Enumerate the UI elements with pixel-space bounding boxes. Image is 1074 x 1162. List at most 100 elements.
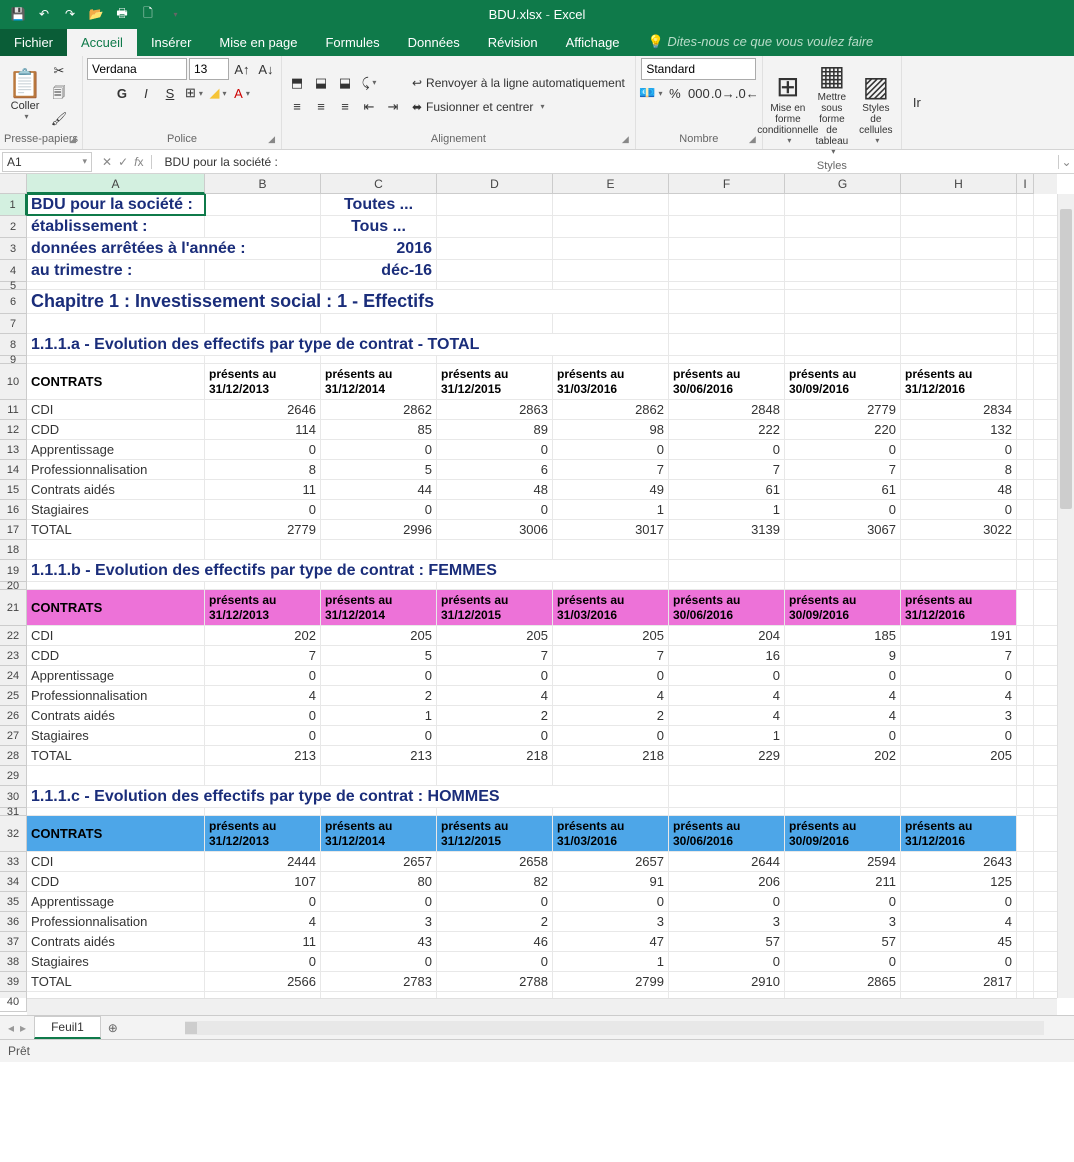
cell-E25[interactable]: 4 — [553, 686, 669, 705]
cell-I13[interactable] — [1017, 440, 1034, 459]
cell-G39[interactable]: 2865 — [785, 972, 901, 991]
cell-D5[interactable] — [437, 282, 553, 289]
cell-B13[interactable]: 0 — [205, 440, 321, 459]
row-header-31[interactable]: 31 — [0, 808, 27, 816]
cell-G9[interactable] — [785, 356, 901, 363]
cell-E22[interactable]: 205 — [553, 626, 669, 645]
cell-F18[interactable] — [669, 540, 785, 559]
col-header-H[interactable]: H — [901, 174, 1017, 194]
cell-E21[interactable]: présents au 31/03/2016 — [553, 590, 669, 625]
cell-I12[interactable] — [1017, 420, 1034, 439]
cell-E3[interactable] — [553, 238, 669, 259]
qat-customize-icon[interactable] — [162, 3, 186, 25]
cell-D21[interactable]: présents au 31/12/2015 — [437, 590, 553, 625]
row-header-36[interactable]: 36 — [0, 912, 27, 932]
cell-F14[interactable]: 7 — [669, 460, 785, 479]
cell-C18[interactable] — [321, 540, 437, 559]
col-header-G[interactable]: G — [785, 174, 901, 194]
cell-E24[interactable]: 0 — [553, 666, 669, 685]
cell-C31[interactable] — [321, 808, 437, 815]
cell-D17[interactable]: 3006 — [437, 520, 553, 539]
cell-G24[interactable]: 0 — [785, 666, 901, 685]
cell-F16[interactable]: 1 — [669, 500, 785, 519]
cell-H10[interactable]: présents au 31/12/2016 — [901, 364, 1017, 399]
row-header-34[interactable]: 34 — [0, 872, 27, 892]
cell-B12[interactable]: 114 — [205, 420, 321, 439]
wrap-text-button[interactable]: ↩Renvoyer à la ligne automatiquement — [406, 72, 631, 94]
row-header-13[interactable]: 13 — [0, 440, 27, 460]
row-header-27[interactable]: 27 — [0, 726, 27, 746]
cell-A39[interactable]: TOTAL — [27, 972, 205, 991]
cell-C16[interactable]: 0 — [321, 500, 437, 519]
cell-C23[interactable]: 5 — [321, 646, 437, 665]
cell-F36[interactable]: 3 — [669, 912, 785, 931]
cell-B38[interactable]: 0 — [205, 952, 321, 971]
cell-E28[interactable]: 218 — [553, 746, 669, 765]
cell-E36[interactable]: 3 — [553, 912, 669, 931]
cell-H31[interactable] — [901, 808, 1017, 815]
cell-C39[interactable]: 2783 — [321, 972, 437, 991]
cell-A24[interactable]: Apprentissage — [27, 666, 205, 685]
cell-I35[interactable] — [1017, 892, 1034, 911]
cell-I28[interactable] — [1017, 746, 1034, 765]
cell-A22[interactable]: CDI — [27, 626, 205, 645]
cell-B36[interactable]: 4 — [205, 912, 321, 931]
cell-A33[interactable]: CDI — [27, 852, 205, 871]
name-box[interactable]: A1▾ — [2, 152, 92, 172]
tell-me-search[interactable]: Dites-nous ce que vous voulez faire — [634, 28, 888, 56]
cell-A19[interactable]: 1.1.1.b - Evolution des effectifs par ty… — [27, 560, 669, 581]
cell-I1[interactable] — [1017, 194, 1034, 215]
cell-D15[interactable]: 48 — [437, 480, 553, 499]
cell-G16[interactable]: 0 — [785, 500, 901, 519]
cell-G17[interactable]: 3067 — [785, 520, 901, 539]
col-header-I[interactable]: I — [1017, 174, 1034, 194]
cell-F21[interactable]: présents au 30/06/2016 — [669, 590, 785, 625]
cell-C22[interactable]: 205 — [321, 626, 437, 645]
cell-E39[interactable]: 2799 — [553, 972, 669, 991]
row-header-20[interactable]: 20 — [0, 582, 27, 590]
cell-D10[interactable]: présents au 31/12/2015 — [437, 364, 553, 399]
underline-button[interactable]: S — [159, 82, 181, 104]
cell-C7[interactable] — [321, 314, 437, 333]
cell-I7[interactable] — [1017, 314, 1034, 333]
cell-D31[interactable] — [437, 808, 553, 815]
cell-H9[interactable] — [901, 356, 1017, 363]
quickprint-icon[interactable]: 🖶 — [110, 3, 134, 25]
increase-decimal-icon[interactable]: .0→ — [712, 82, 734, 104]
cell-E32[interactable]: présents au 31/03/2016 — [553, 816, 669, 851]
cell-A9[interactable] — [27, 356, 205, 363]
cell-F29[interactable] — [669, 766, 785, 785]
cell-E33[interactable]: 2657 — [553, 852, 669, 871]
sheet-tab-feuil1[interactable]: Feuil1 — [34, 1016, 101, 1039]
cell-D22[interactable]: 205 — [437, 626, 553, 645]
cell-E20[interactable] — [553, 582, 669, 589]
cell-A14[interactable]: Professionnalisation — [27, 460, 205, 479]
cell-C17[interactable]: 2996 — [321, 520, 437, 539]
cell-F31[interactable] — [669, 808, 785, 815]
cell-H14[interactable]: 8 — [901, 460, 1017, 479]
cell-C25[interactable]: 2 — [321, 686, 437, 705]
cell-H38[interactable]: 0 — [901, 952, 1017, 971]
cell-I27[interactable] — [1017, 726, 1034, 745]
row-header-21[interactable]: 21 — [0, 590, 27, 626]
col-header-F[interactable]: F — [669, 174, 785, 194]
cell-B39[interactable]: 2566 — [205, 972, 321, 991]
font-dialog-icon[interactable]: ◢ — [268, 134, 275, 145]
cell-B37[interactable]: 11 — [205, 932, 321, 951]
cell-G5[interactable] — [785, 282, 901, 289]
cell-A25[interactable]: Professionnalisation — [27, 686, 205, 705]
increase-indent-icon[interactable]: ⇥ — [382, 96, 404, 118]
cell-I16[interactable] — [1017, 500, 1034, 519]
cell-A5[interactable] — [27, 282, 205, 289]
align-top-icon[interactable]: ⬒ — [286, 72, 308, 94]
cell-A16[interactable]: Stagiaires — [27, 500, 205, 519]
sheet-nav[interactable]: ◂▸ — [0, 1021, 34, 1035]
row-header-7[interactable]: 7 — [0, 314, 27, 334]
cell-H2[interactable] — [901, 216, 1017, 237]
cell-B25[interactable]: 4 — [205, 686, 321, 705]
col-header-C[interactable]: C — [321, 174, 437, 194]
cell-G6[interactable] — [785, 290, 901, 313]
cell-D34[interactable]: 82 — [437, 872, 553, 891]
cell-C1[interactable]: Toutes ... — [321, 194, 437, 215]
cell-B9[interactable] — [205, 356, 321, 363]
